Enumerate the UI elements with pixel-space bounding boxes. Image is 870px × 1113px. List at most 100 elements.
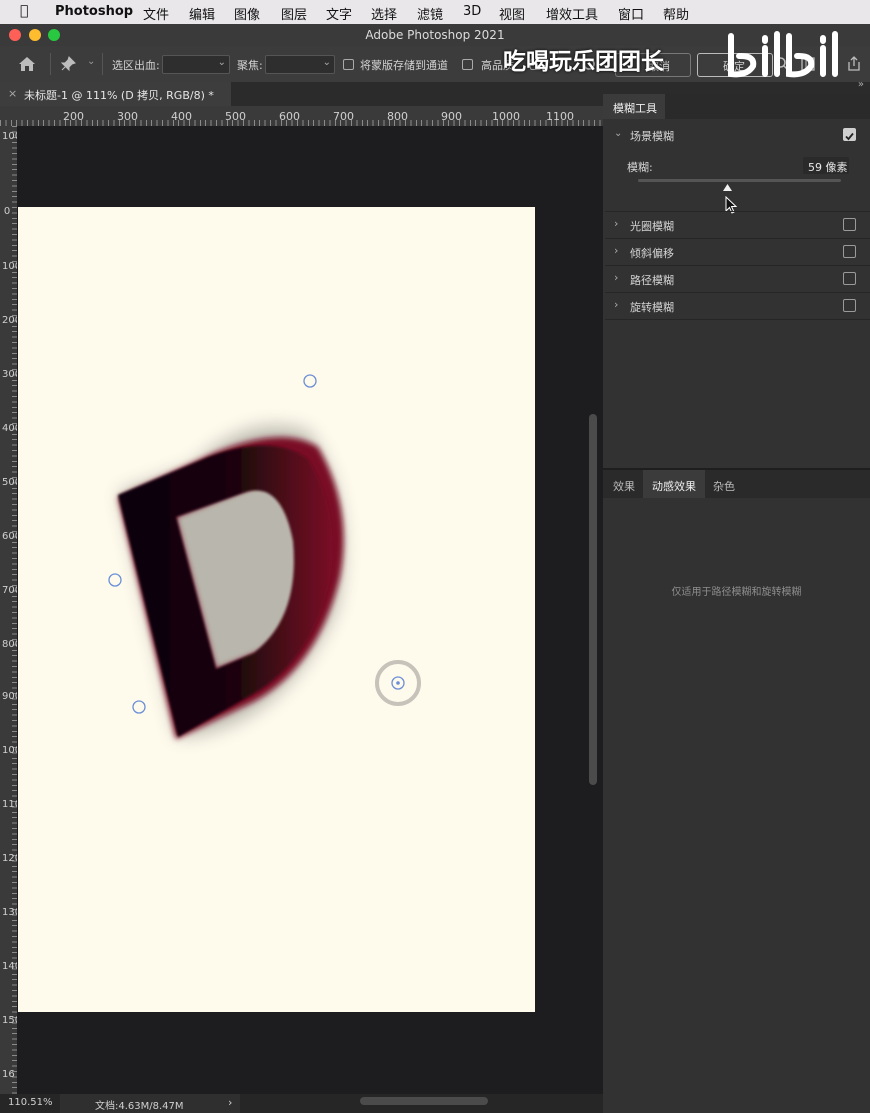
ruler-label: 700 [333, 110, 354, 123]
selection-bleed-label: 选区出血: [112, 59, 160, 72]
active-blur-pin-dot [396, 681, 400, 685]
path-blur-checkbox[interactable] [843, 272, 856, 285]
horizontal-ruler: 200 300 400 500 600 700 800 900 1000 110… [0, 106, 603, 127]
chevron-down-icon[interactable]: ⌄ [323, 57, 331, 68]
divider [605, 265, 870, 266]
ruler-label: 900 [441, 110, 462, 123]
focus-field[interactable]: ⌄ [265, 55, 335, 74]
blur-pin[interactable] [132, 700, 146, 714]
menu-file[interactable]: 文件 [143, 4, 169, 23]
tab-motion-effects[interactable]: 动感效果 [643, 470, 705, 498]
ruler-label: 1500 [2, 1016, 27, 1026]
chevron-down-icon[interactable]: ⌄ [87, 56, 95, 67]
close-tab-icon[interactable]: × [8, 87, 17, 100]
ruler-label: 500 [225, 110, 246, 123]
tab-noise[interactable]: 杂色 [713, 478, 735, 494]
iris-blur-label: 光圈模糊 [630, 220, 674, 233]
menu-3d[interactable]: 3D [463, 4, 481, 19]
menu-app-name[interactable]: Photoshop [55, 4, 133, 19]
ruler-label: 200 [2, 315, 22, 326]
blur-amount-slider[interactable] [638, 179, 841, 182]
ruler-label: 100 [2, 131, 22, 142]
chevron-right-icon[interactable]: › [614, 244, 618, 257]
panel-dock-strip: » [603, 79, 870, 94]
menu-view[interactable]: 视图 [499, 4, 525, 23]
collapse-panels-icon[interactable]: » [858, 79, 864, 90]
high-quality-checkbox[interactable] [462, 59, 473, 70]
menu-image[interactable]: 图像 [234, 4, 260, 23]
save-mask-checkbox[interactable] [343, 59, 354, 70]
ruler-label: 1400 [2, 962, 27, 972]
menu-type[interactable]: 文字 [326, 4, 352, 23]
chevron-right-icon[interactable]: › [228, 1096, 232, 1109]
menu-help[interactable]: 帮助 [663, 4, 689, 23]
apple-icon[interactable]:  [20, 3, 28, 19]
status-bar: 110.51% 文档:4.63M/8.47M › [0, 1094, 603, 1113]
blur-pin[interactable] [108, 573, 122, 587]
menu-edit[interactable]: 编辑 [189, 4, 215, 23]
ruler-label: 1100 [2, 800, 27, 810]
divider [605, 238, 870, 239]
blur-amount-label: 模糊: [627, 161, 653, 174]
chevron-right-icon[interactable]: › [614, 217, 618, 230]
ruler-label: 400 [171, 110, 192, 123]
menu-filter[interactable]: 滤镜 [417, 4, 443, 23]
ruler-label: 0 [3, 206, 11, 217]
ruler-label: 600 [2, 531, 22, 542]
iris-blur-checkbox[interactable] [843, 218, 856, 231]
doc-size: 文档:4.63M/8.47M [95, 1101, 184, 1112]
pin-tool-icon[interactable] [60, 56, 76, 72]
ruler-label: 800 [387, 110, 408, 123]
chevron-right-icon[interactable]: › [614, 298, 618, 311]
blur-amount-field[interactable]: 59 像素 [803, 157, 849, 174]
ruler-label: 200 [63, 110, 84, 123]
mouse-cursor-icon [725, 196, 738, 214]
menu-window[interactable]: 窗口 [618, 4, 644, 23]
ruler-label: 600 [279, 110, 300, 123]
menu-select[interactable]: 选择 [371, 4, 397, 23]
ruler-label: 900 [2, 691, 22, 702]
ruler-label: 700 [2, 585, 22, 596]
divider [605, 319, 870, 320]
document-tab[interactable]: × 未标题-1 @ 111% (D 拷贝, RGB/8) * [0, 82, 231, 106]
horizontal-scrollbar-thumb[interactable] [360, 1097, 488, 1105]
chevron-down-icon[interactable]: ⌄ [218, 57, 226, 68]
zoom-level[interactable]: 110.51% [8, 1097, 53, 1108]
spin-blur-checkbox[interactable] [843, 299, 856, 312]
selection-bleed-field[interactable]: ⌄ [162, 55, 230, 74]
field-blur-checkbox[interactable] [843, 128, 856, 141]
save-mask-label: 将蒙版存储到通道 [360, 59, 448, 72]
ruler-label: 500 [2, 477, 22, 488]
vertical-scrollbar-thumb[interactable] [589, 414, 597, 785]
tilt-shift-label: 倾斜偏移 [630, 247, 674, 260]
tab-motion-effects-label: 动感效果 [652, 480, 696, 493]
menu-layer[interactable]: 图层 [281, 4, 307, 23]
ruler-label: 300 [117, 110, 138, 123]
ruler-label: 800 [2, 639, 22, 650]
home-icon[interactable] [18, 56, 36, 72]
menu-plugins[interactable]: 增效工具 [546, 4, 598, 23]
blur-amount-value: 59 像素 [808, 161, 848, 174]
letter-d-artwork[interactable] [18, 207, 535, 1012]
tab-blur-tools[interactable]: 模糊工具 [603, 94, 665, 119]
ruler-label: 1200 [2, 854, 27, 864]
ruler-label: 1000 [2, 746, 27, 756]
share-icon[interactable] [846, 55, 862, 72]
effects-panel-header: 效果 动感效果 杂色 [603, 470, 870, 498]
tilt-shift-checkbox[interactable] [843, 245, 856, 258]
field-blur-label: 场景模糊 [630, 130, 674, 143]
chevron-down-icon[interactable]: ⌄ [614, 128, 622, 139]
blur-slider-thumb[interactable] [722, 183, 733, 193]
ruler-label: 16 [2, 1069, 15, 1080]
document-tab-title: 未标题-1 @ 111% (D 拷贝, RGB/8) * [24, 89, 214, 102]
ruler-label: 1000 [492, 110, 520, 123]
divider [102, 53, 103, 75]
blur-pin[interactable] [303, 374, 317, 388]
effects-panel-message: 仅适用于路径模糊和旋转模糊 [671, 587, 802, 598]
bilibili-logo [728, 31, 838, 78]
tab-effects[interactable]: 效果 [613, 478, 635, 494]
ruler-label: 1100 [546, 110, 574, 123]
divider [605, 211, 870, 212]
spin-blur-label: 旋转模糊 [630, 301, 674, 314]
chevron-right-icon[interactable]: › [614, 271, 618, 284]
